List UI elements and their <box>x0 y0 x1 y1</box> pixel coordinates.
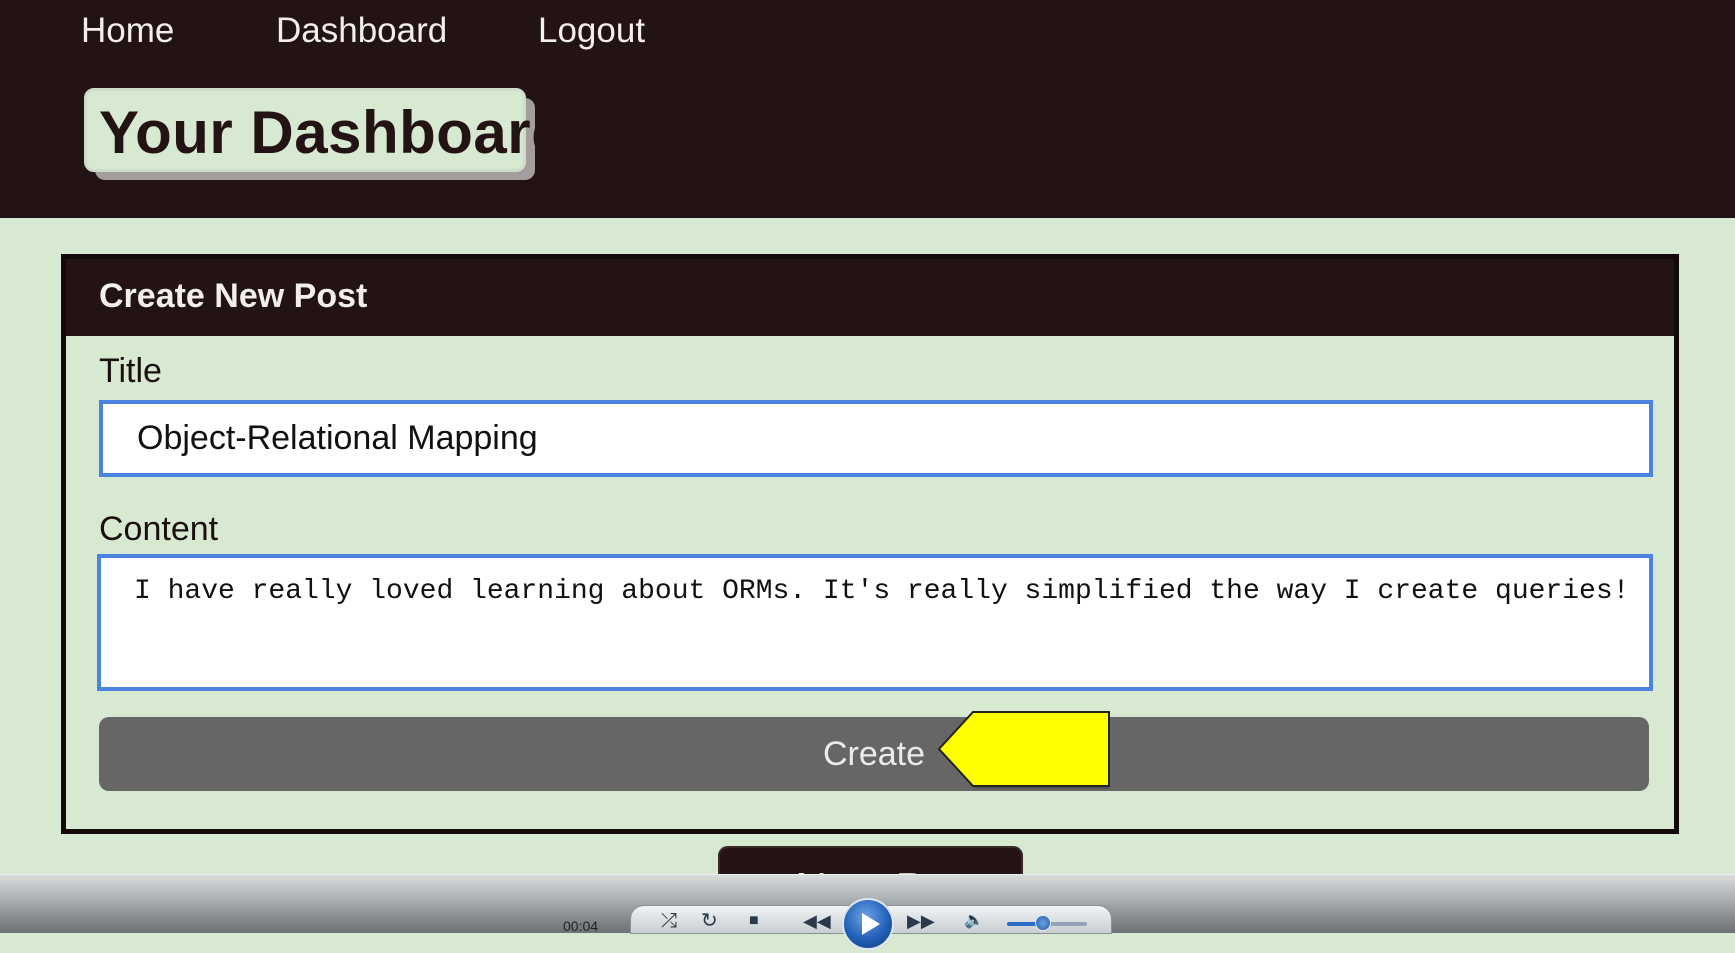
volume-icon[interactable]: 🔈 <box>964 910 984 932</box>
title-label: Title <box>99 352 162 390</box>
create-post-header: Create New Post <box>66 259 1674 336</box>
content-textarea[interactable]: I have really loved learning about ORMs.… <box>97 554 1653 691</box>
yellow-arrow-pointer-icon <box>937 711 1110 789</box>
page-title: Your Dashboard <box>99 99 569 166</box>
stop-icon[interactable]: ■ <box>749 910 759 932</box>
title-input[interactable] <box>99 400 1653 477</box>
shuffle-icon[interactable]: ⤮ <box>661 910 677 932</box>
site-header: Home Dashboard Logout Your Dashboard <box>0 0 1735 218</box>
page-title-badge: Your Dashboard <box>84 88 568 172</box>
content-label: Content <box>99 510 219 548</box>
repeat-icon[interactable]: ↻ <box>701 910 718 932</box>
create-post-card: Create New Post Title Content I have rea… <box>61 254 1679 834</box>
nav-logout-link[interactable]: Logout <box>538 8 645 54</box>
play-button[interactable] <box>842 898 894 950</box>
play-icon <box>862 913 880 935</box>
next-icon[interactable]: ▶▶ <box>907 910 935 932</box>
create-button[interactable]: Create <box>99 717 1649 791</box>
nav-home-link[interactable]: Home <box>81 8 174 54</box>
previous-icon[interactable]: ◀◀ <box>803 910 831 932</box>
volume-slider-knob[interactable] <box>1035 915 1051 931</box>
create-post-heading: Create New Post <box>99 277 368 315</box>
nav-dashboard-link[interactable]: Dashboard <box>276 8 447 54</box>
